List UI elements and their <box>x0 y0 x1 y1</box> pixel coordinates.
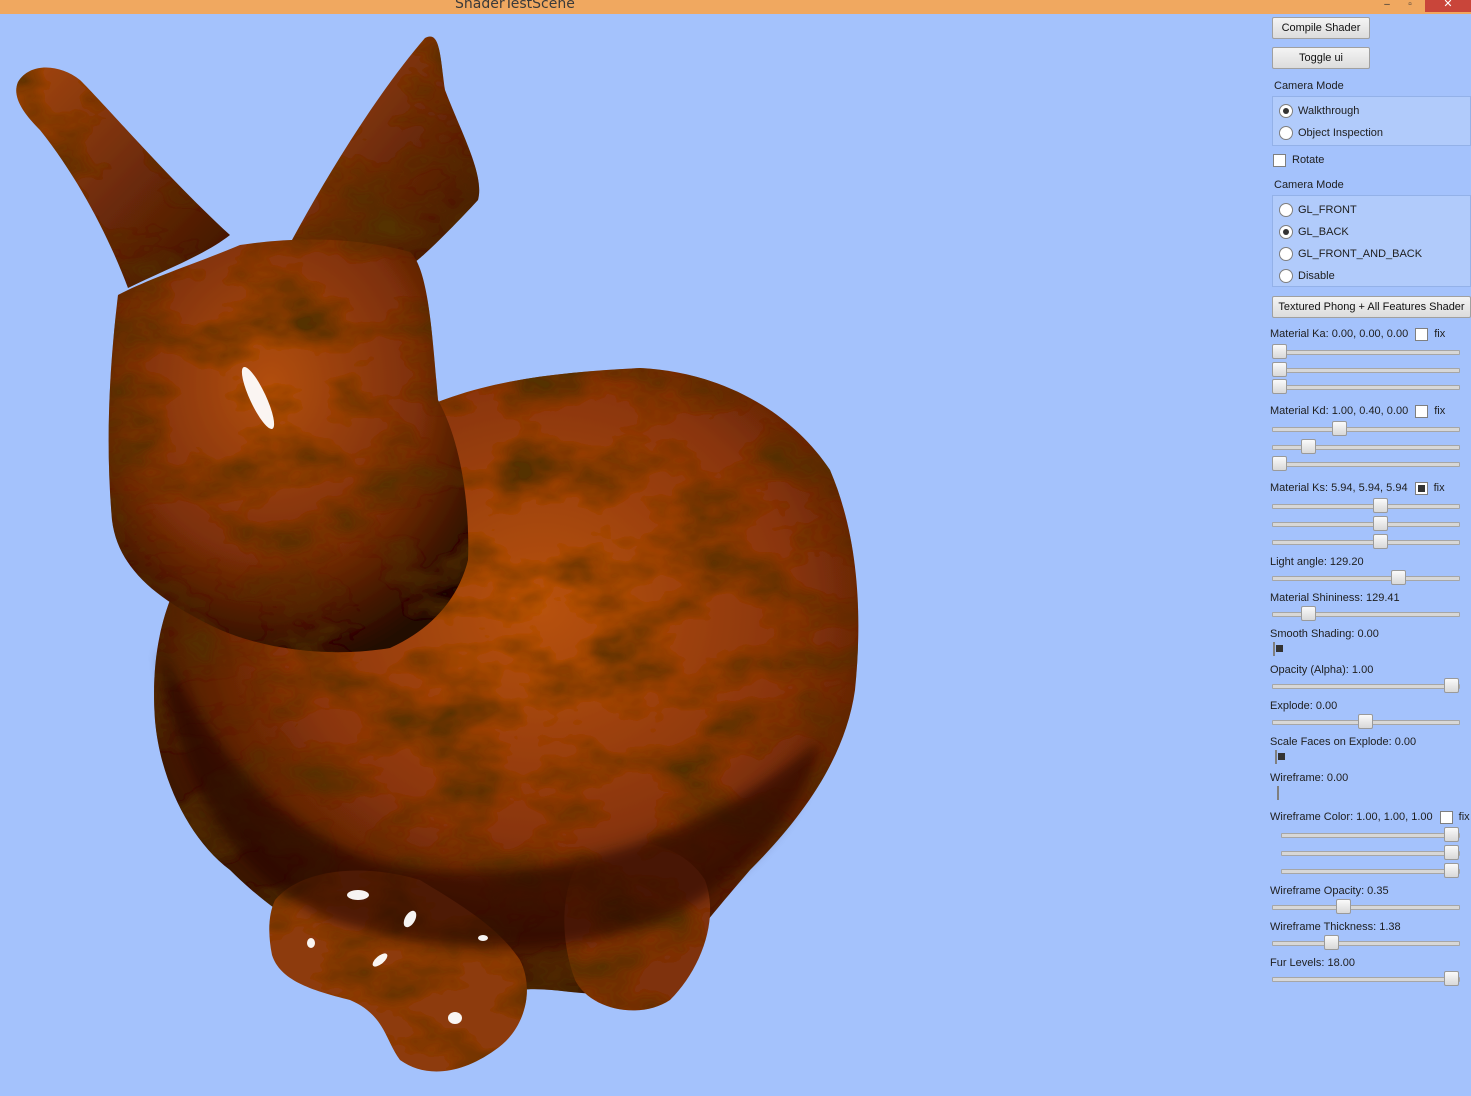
scale-faces-checkbox[interactable] <box>1275 750 1277 764</box>
rotate-toggle[interactable]: Rotate <box>1273 152 1324 168</box>
wireframe-color-label: Wireframe Color: 1.00, 1.00, 1.00 <box>1270 811 1433 823</box>
light-angle-label: Light angle: 129.20 <box>1270 556 1364 568</box>
bunny-model <box>16 36 859 1072</box>
radio-label: Walkthrough <box>1298 105 1360 117</box>
radio-icon[interactable] <box>1279 203 1293 217</box>
fix-label: fix <box>1434 405 1446 417</box>
radio-label: GL_FRONT <box>1298 204 1357 216</box>
wireframe-color-slider-g[interactable] <box>1281 845 1460 860</box>
material-ks-slider-r[interactable] <box>1272 498 1460 513</box>
radio-label: Object Inspection <box>1298 127 1383 139</box>
toggle-ui-button[interactable]: Toggle ui <box>1272 47 1370 69</box>
material-kd-fix-checkbox[interactable] <box>1415 404 1429 418</box>
title-bar: ShaderTestScene ‒ ▫ ✕ <box>0 0 1471 14</box>
fur-levels-slider[interactable] <box>1272 971 1460 986</box>
material-ks-label: Material Ks: 5.94, 5.94, 5.94 <box>1270 482 1408 494</box>
wireframe-color-slider-b[interactable] <box>1281 863 1460 878</box>
radio-label: GL_FRONT_AND_BACK <box>1298 248 1423 260</box>
radio-gl-front[interactable]: GL_FRONT <box>1279 200 1357 220</box>
material-ka-fix-checkbox[interactable] <box>1415 327 1429 341</box>
light-angle-slider[interactable] <box>1272 570 1460 585</box>
wireframe-thickness-label: Wireframe Thickness: 1.38 <box>1270 921 1401 933</box>
fur-levels-label: Fur Levels: 18.00 <box>1270 957 1355 969</box>
material-kd-slider-b[interactable] <box>1272 456 1460 471</box>
material-ka-row: Material Ka: 0.00, 0.00, 0.00 fix <box>1270 326 1445 342</box>
settings-panel: Compile Shader Toggle ui Camera Mode Wal… <box>1264 14 1471 1091</box>
material-shininess-slider[interactable] <box>1272 606 1460 621</box>
radio-gl-back[interactable]: GL_BACK <box>1279 222 1349 242</box>
opacity-slider[interactable] <box>1272 678 1460 693</box>
smooth-shading-checkbox[interactable] <box>1273 642 1275 656</box>
rotate-checkbox[interactable] <box>1273 153 1286 167</box>
shader-select-button[interactable]: Textured Phong + All Features Shader <box>1272 296 1471 318</box>
wireframe-checkbox[interactable] <box>1277 786 1279 800</box>
material-kd-row: Material Kd: 1.00, 0.40, 0.00 fix <box>1270 403 1445 419</box>
explode-slider[interactable] <box>1272 714 1460 729</box>
material-ka-slider-r[interactable] <box>1272 344 1460 359</box>
wireframe-color-fix-checkbox[interactable] <box>1439 810 1453 824</box>
material-kd-slider-r[interactable] <box>1272 421 1460 436</box>
material-shininess-label: Material Shininess: 129.41 <box>1270 592 1400 604</box>
wireframe-opacity-label: Wireframe Opacity: 0.35 <box>1270 885 1389 897</box>
wireframe-thickness-slider[interactable] <box>1272 935 1460 950</box>
material-kd-label: Material Kd: 1.00, 0.40, 0.00 <box>1270 405 1409 417</box>
cull-mode-group: GL_FRONT GL_BACK GL_FRONT_AND_BACK Disab… <box>1272 195 1471 287</box>
material-ka-slider-b[interactable] <box>1272 379 1460 394</box>
radio-object-inspection[interactable]: Object Inspection <box>1279 123 1383 143</box>
minimize-icon[interactable]: ‒ <box>1377 0 1397 12</box>
material-ka-slider-g[interactable] <box>1272 362 1460 377</box>
wireframe-color-row: Wireframe Color: 1.00, 1.00, 1.00 fix <box>1270 809 1470 825</box>
close-icon[interactable]: ✕ <box>1425 0 1471 12</box>
smooth-shading-label: Smooth Shading: 0.00 <box>1270 628 1379 640</box>
material-ka-label: Material Ka: 0.00, 0.00, 0.00 <box>1270 328 1409 340</box>
radio-icon[interactable] <box>1279 269 1293 283</box>
explode-label: Explode: 0.00 <box>1270 700 1338 712</box>
radio-disable[interactable]: Disable <box>1279 266 1335 286</box>
material-ks-slider-g[interactable] <box>1272 516 1460 531</box>
material-kd-slider-g[interactable] <box>1272 439 1460 454</box>
wireframe-opacity-slider[interactable] <box>1272 899 1460 914</box>
radio-gl-front-and-back[interactable]: GL_FRONT_AND_BACK <box>1279 244 1422 264</box>
radio-label: GL_BACK <box>1298 226 1349 238</box>
radio-icon[interactable] <box>1279 104 1293 118</box>
fix-label: fix <box>1458 811 1470 823</box>
radio-label: Disable <box>1298 270 1335 282</box>
camera-mode-group: Walkthrough Object Inspection <box>1272 96 1471 146</box>
material-ks-row: Material Ks: 5.94, 5.94, 5.94 fix <box>1270 480 1445 496</box>
camera-mode-label: Camera Mode <box>1274 80 1344 92</box>
maximize-icon[interactable]: ▫ <box>1400 0 1420 12</box>
render-viewport[interactable] <box>0 14 1265 1091</box>
radio-walkthrough[interactable]: Walkthrough <box>1279 101 1359 121</box>
rotate-label: Rotate <box>1292 154 1325 166</box>
radio-icon[interactable] <box>1279 247 1293 261</box>
opacity-label: Opacity (Alpha): 1.00 <box>1270 664 1374 676</box>
wireframe-color-slider-r[interactable] <box>1281 827 1460 842</box>
scale-faces-label: Scale Faces on Explode: 0.00 <box>1270 736 1417 748</box>
window-title: ShaderTestScene <box>455 0 575 12</box>
radio-icon[interactable] <box>1279 225 1293 239</box>
fix-label: fix <box>1433 482 1445 494</box>
radio-icon[interactable] <box>1279 126 1293 140</box>
fix-label: fix <box>1434 328 1446 340</box>
compile-shader-button[interactable]: Compile Shader <box>1272 17 1370 39</box>
wireframe-label: Wireframe: 0.00 <box>1270 772 1349 784</box>
material-ks-slider-b[interactable] <box>1272 534 1460 549</box>
cull-mode-label: Camera Mode <box>1274 179 1344 191</box>
material-ks-fix-checkbox[interactable] <box>1414 481 1428 495</box>
